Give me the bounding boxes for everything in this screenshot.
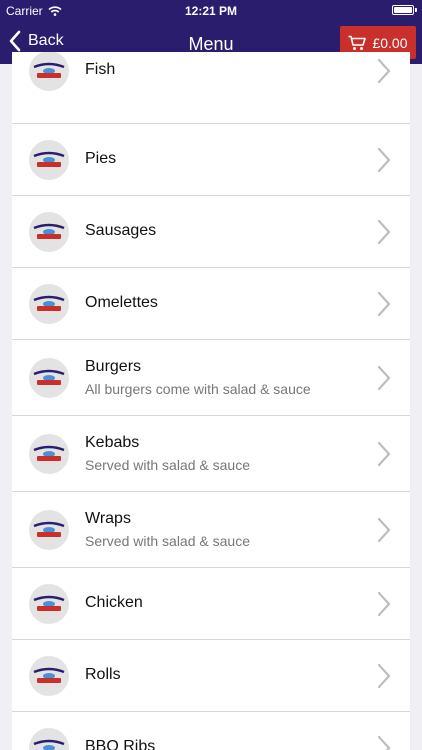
menu-item-kebabs[interactable]: Kebabs Served with salad & sauce [12,416,410,492]
menu-item-title: Wraps [85,510,131,527]
navyy-fish-bar-logo-icon [29,284,69,324]
status-bar: Carrier 12:21 PM [0,0,422,22]
navyy-fish-bar-logo-icon [29,358,69,398]
navyy-fish-bar-logo-icon [29,584,69,624]
menu-item-title: BBQ Ribs [85,738,156,750]
chevron-right-icon [377,365,391,391]
chevron-right-icon [377,219,391,245]
status-time: 12:21 PM [184,4,238,18]
menu-item-title: Burgers [85,358,142,375]
menu-item-title: Omelettes [85,294,158,311]
chevron-right-icon [377,591,391,617]
chevron-right-icon [377,735,391,750]
menu-item-chicken[interactable]: Chicken [12,568,410,640]
logo-mark [33,445,65,461]
menu-item-title: Fish [85,61,116,78]
menu-item-title: Pies [85,150,117,167]
navyy-fish-bar-logo-icon [29,728,69,750]
chevron-right-icon [377,58,391,84]
chevron-right-icon [377,441,391,467]
navyy-fish-bar-logo-icon [29,434,69,474]
menu-item-rolls[interactable]: Rolls [12,640,410,712]
logo-mark [33,151,65,167]
menu-item-subtitle: All burgers come with salad & sauce [85,381,311,397]
menu-item-bbq-ribs[interactable]: BBQ Ribs [12,712,410,750]
logo-mark [33,62,65,78]
menu-item-subtitle: Served with salad & sauce [85,457,250,473]
menu-item-omelettes[interactable]: Omelettes [12,268,410,340]
chevron-right-icon [377,291,391,317]
cart-total: £0.00 [372,34,408,51]
menu-item-subtitle: Served with salad & sauce [85,533,250,549]
menu-list: Fish Pies Sausages Omelettes Burgers All burg… [12,52,410,750]
menu-item-title: Kebabs [85,434,140,451]
menu-item-burgers[interactable]: Burgers All burgers come with salad & sau… [12,340,410,416]
menu-item-title: Sausages [85,222,157,239]
logo-mark [33,521,65,537]
battery-icon [392,5,417,15]
menu-item-wraps[interactable]: Wraps Served with salad & sauce [12,492,410,568]
chevron-right-icon [377,517,391,543]
menu-item-title: Rolls [85,666,121,683]
chevron-right-icon [377,147,391,173]
navyy-fish-bar-logo-icon [29,656,69,696]
navyy-fish-bar-logo-icon [29,212,69,252]
logo-mark [33,223,65,239]
logo-mark [33,295,65,311]
menu-item-fish[interactable]: Fish [12,52,410,124]
logo-mark [33,369,65,385]
navyy-fish-bar-logo-icon [29,140,69,180]
chevron-right-icon [377,663,391,689]
logo-mark [33,739,65,750]
navyy-fish-bar-logo-icon [29,52,69,91]
shopping-cart-icon [348,35,367,50]
menu-item-sausages[interactable]: Sausages [12,196,410,268]
navyy-fish-bar-logo-icon [29,510,69,550]
logo-mark [33,667,65,683]
menu-item-title: Chicken [85,594,143,611]
menu-item-pies[interactable]: Pies [12,124,410,196]
logo-mark [33,595,65,611]
